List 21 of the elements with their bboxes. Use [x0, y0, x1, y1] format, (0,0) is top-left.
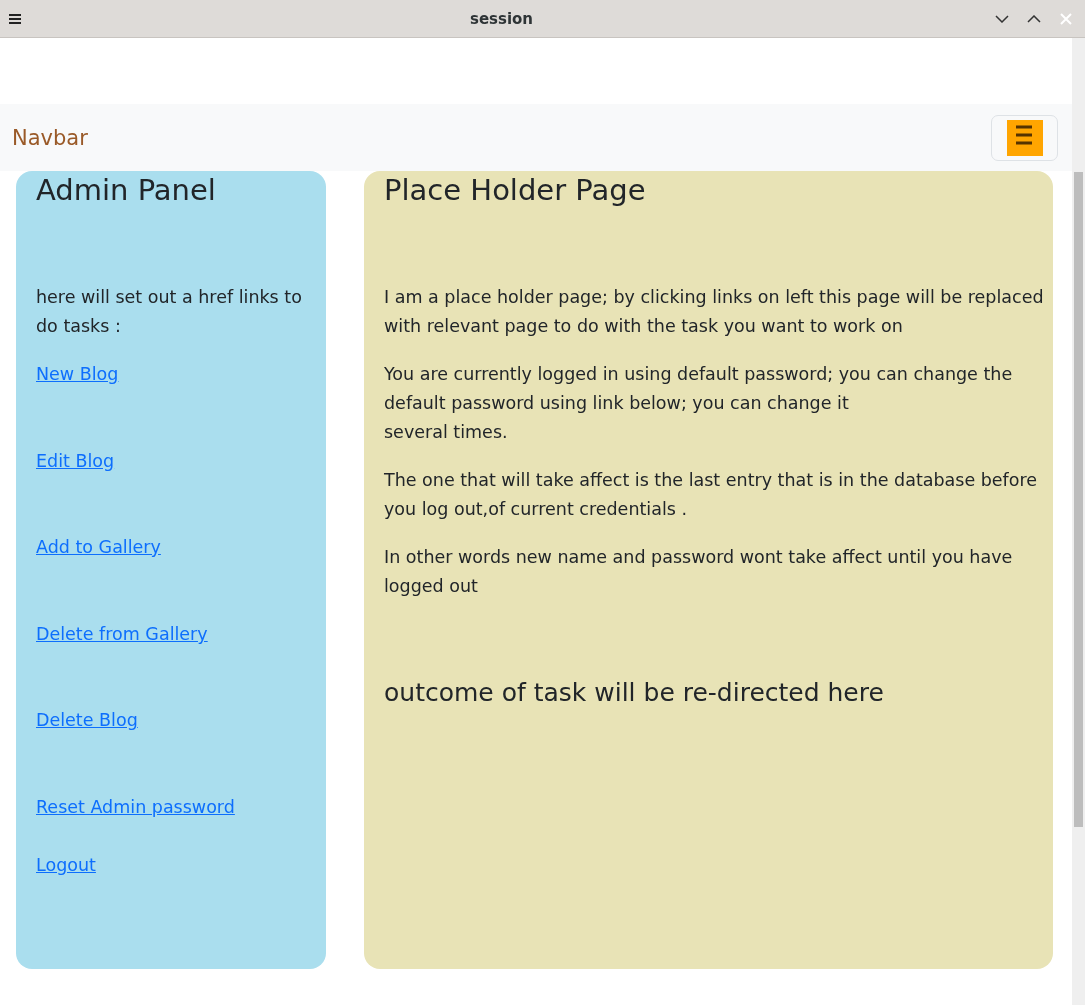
nav-link[interactable]: Edit Blog	[36, 447, 115, 476]
menu-icon	[1006, 119, 1043, 156]
nav-link[interactable]: New Blog	[36, 360, 119, 389]
window-title: session	[468, 9, 535, 28]
menu-toggle-button[interactable]	[991, 114, 1058, 161]
scrollbar[interactable]	[1072, 38, 1085, 1005]
nav-link[interactable]: Reset Admin password	[36, 793, 235, 822]
menu-icon[interactable]	[8, 12, 22, 25]
paragraph: In other words new name and password wont take affect until you have logged out	[384, 546, 1014, 598]
paragraph: You are currently logged in using default password; you can change the default password using link below; you can change it several times.	[384, 363, 1014, 444]
navbar-brand[interactable]: Navbar	[12, 125, 88, 150]
paragraph: The one that will take affect is the last entry that is in the database before you log out,of current credentials .	[384, 469, 1039, 521]
nav-link[interactable]: Logout	[36, 851, 96, 880]
page-title: Place Holder Page	[384, 173, 647, 207]
outcome-heading: outcome of task will be re-directed here	[384, 678, 885, 707]
nav-link[interactable]: Delete Blog	[36, 706, 138, 735]
intro-text: here will set out a href links to do tasks :	[36, 286, 303, 338]
panel-title: Admin Panel	[36, 173, 217, 207]
nav-link[interactable]: Add to Gallery	[36, 533, 161, 562]
paragraph: I am a place holder page; by clicking links on left this page will be replaced with relevant page to do with the task you want to work on	[384, 286, 1045, 338]
nav-link[interactable]: Delete from Gallery	[36, 620, 208, 649]
